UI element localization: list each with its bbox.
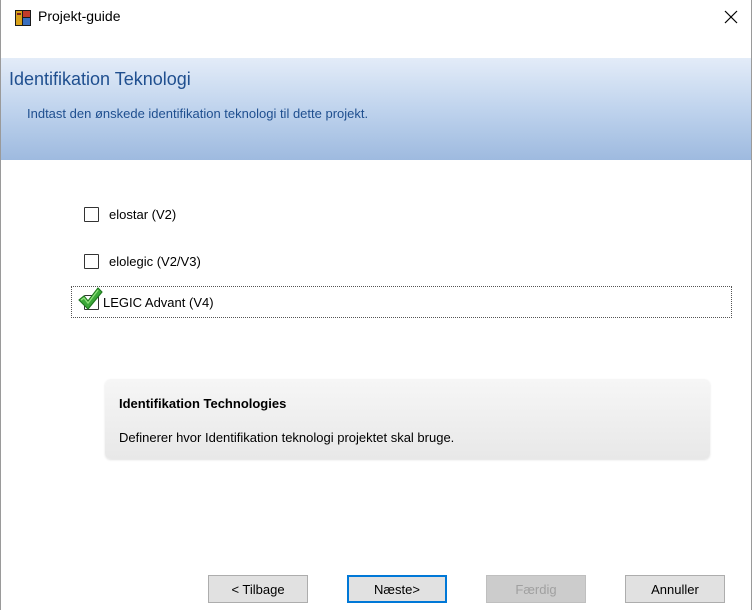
option-label: elostar (V2) — [109, 206, 177, 222]
back-button[interactable]: < Tilbage — [208, 575, 308, 603]
info-title: Identifikation Technologies — [119, 396, 287, 411]
option-elostar[interactable]: elostar (V2) — [81, 201, 176, 227]
option-elolegic[interactable]: elolegic (V2/V3) — [81, 248, 201, 274]
option-label: LEGIC Advant (V4) — [103, 294, 214, 310]
elostar-checkbox[interactable] — [83, 206, 99, 222]
title-bar: Projekt-guide — [1, 0, 751, 34]
checkbox-wrapper — [81, 251, 101, 271]
checkmark-icon — [78, 287, 103, 310]
finish-button: Færdig — [486, 575, 586, 603]
close-button[interactable] — [711, 0, 751, 34]
elolegic-checkbox[interactable] — [83, 253, 99, 269]
option-legic-advant[interactable]: LEGIC Advant (V4) — [71, 286, 732, 318]
checkbox-wrapper — [78, 287, 103, 312]
page-subtitle: Indtast den ønskede identifikation tekno… — [27, 106, 369, 121]
checkbox-wrapper — [81, 204, 101, 224]
wizard-window: Projekt-guide Identifikation Teknologi I… — [0, 0, 752, 610]
info-description: Definerer hvor Identifikation teknologi … — [119, 430, 455, 445]
close-icon — [724, 10, 738, 24]
info-panel: Identifikation Technologies Definerer hv… — [105, 379, 710, 459]
header-banner: Identifikation Teknologi Indtast den øns… — [1, 58, 751, 160]
option-label: elolegic (V2/V3) — [109, 253, 201, 269]
window-title: Projekt-guide — [38, 8, 121, 24]
app-icon — [15, 10, 31, 26]
next-button[interactable]: Næste> — [347, 575, 447, 603]
cancel-button[interactable]: Annuller — [625, 575, 725, 603]
page-title: Identifikation Teknologi — [9, 69, 191, 89]
